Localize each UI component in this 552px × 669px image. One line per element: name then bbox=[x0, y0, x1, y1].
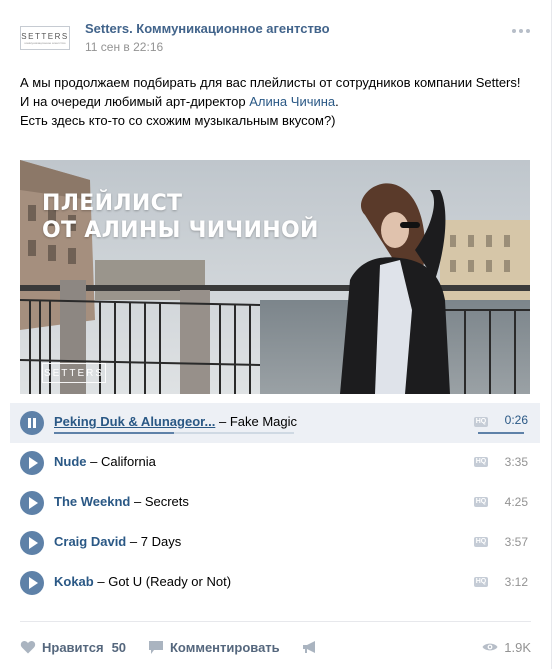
eye-icon bbox=[482, 643, 498, 651]
author-name[interactable]: Setters. Коммуникационное агентство bbox=[85, 21, 330, 36]
play-icon[interactable] bbox=[20, 571, 44, 595]
photo-logo: SETTERS bbox=[42, 363, 106, 383]
track-info: Craig David – 7 Days bbox=[54, 534, 181, 549]
track-progress-fill bbox=[54, 432, 174, 434]
share-button[interactable] bbox=[302, 636, 319, 658]
megaphone-icon bbox=[303, 641, 315, 653]
photo-title-line: ПЛЕЙЛИСТ bbox=[42, 191, 183, 216]
track-artist[interactable]: The Weeknd bbox=[54, 494, 130, 509]
volume-bar[interactable] bbox=[478, 432, 524, 434]
hq-badge: HQ bbox=[474, 457, 488, 467]
track-duration: 3:12 bbox=[504, 575, 528, 589]
mention-link[interactable]: Алина Чичина bbox=[249, 94, 335, 109]
photo-title-line: ОТ АЛИНЫ ЧИЧИНОЙ bbox=[42, 218, 319, 243]
play-icon[interactable] bbox=[20, 451, 44, 475]
play-icon[interactable] bbox=[20, 491, 44, 515]
track-artist[interactable]: Peking Duk & Alunageor... bbox=[54, 414, 215, 429]
play-icon[interactable] bbox=[20, 531, 44, 555]
like-label: Нравится bbox=[42, 639, 104, 655]
like-count: 50 bbox=[111, 639, 127, 655]
post-header: SETTERS коммуникационное агентство Sette… bbox=[20, 18, 531, 58]
track-duration: 0:26 bbox=[504, 413, 528, 427]
track-duration: 3:57 bbox=[504, 535, 528, 549]
track-separator: – bbox=[133, 494, 142, 509]
track-artist[interactable]: Kokab bbox=[54, 574, 94, 589]
track-duration: 4:25 bbox=[504, 495, 528, 509]
wall-post: SETTERS коммуникационное агентство Sette… bbox=[0, 0, 552, 669]
views-counter: 1.9K bbox=[482, 636, 531, 658]
track-artist[interactable]: Nude bbox=[54, 454, 87, 469]
track-info: Kokab – Got U (Ready or Not) bbox=[54, 574, 231, 589]
post-text-line: Есть здесь кто-то со схожим музыкальным … bbox=[20, 113, 336, 128]
track-title: Got U (Ready or Not) bbox=[108, 574, 232, 589]
track-separator: – bbox=[129, 534, 138, 549]
track-info: The Weeknd – Secrets bbox=[54, 494, 189, 509]
track-separator: – bbox=[218, 414, 227, 429]
track-title: 7 Days bbox=[140, 534, 182, 549]
avatar-logo-sub: коммуникационное агентство bbox=[24, 40, 66, 45]
avatar-logo-word: SETTERS bbox=[21, 31, 69, 41]
audio-track-row[interactable]: Craig David – 7 Days HQ 3:57 bbox=[10, 523, 540, 563]
audio-track-row[interactable]: The Weeknd – Secrets HQ 4:25 bbox=[10, 483, 540, 523]
post-text-fragment: . bbox=[335, 94, 339, 109]
like-button[interactable]: Нравится 50 bbox=[20, 636, 126, 658]
track-separator: – bbox=[97, 574, 105, 589]
hq-badge: HQ bbox=[474, 417, 488, 427]
audio-track-row[interactable]: Kokab – Got U (Ready or Not) HQ 3:12 bbox=[10, 563, 540, 603]
track-artist[interactable]: Craig David bbox=[54, 534, 126, 549]
heart-icon bbox=[20, 640, 36, 654]
photo-title: ПЛЕЙЛИСТ ОТ АЛИНЫ ЧИЧИНОЙ bbox=[42, 190, 319, 244]
comment-button[interactable]: Комментировать bbox=[148, 636, 280, 658]
post-text-line: И на очереди любимый арт-директор Алина … bbox=[20, 92, 530, 111]
post-text: А мы продолжаем подбирать для вас плейли… bbox=[20, 73, 530, 130]
views-count: 1.9K bbox=[504, 639, 531, 655]
actions-divider bbox=[20, 621, 531, 622]
post-photo[interactable]: ПЛЕЙЛИСТ ОТ АЛИНЫ ЧИЧИНОЙ SETTERS bbox=[20, 160, 530, 394]
audio-track-row[interactable]: Nude – California HQ 3:35 bbox=[10, 443, 540, 483]
post-date[interactable]: 11 сен в 22:16 bbox=[85, 40, 163, 54]
comment-icon bbox=[149, 640, 163, 654]
hq-badge: HQ bbox=[474, 577, 488, 587]
track-title: Fake Magic bbox=[229, 414, 298, 429]
track-separator: – bbox=[90, 454, 98, 469]
audio-playlist: Peking Duk & Alunageor... – Fake Magic H… bbox=[10, 403, 540, 603]
track-title: Secrets bbox=[144, 494, 189, 509]
track-info: Peking Duk & Alunageor... – Fake Magic bbox=[54, 414, 297, 429]
post-text-fragment: И на очереди любимый арт-директор bbox=[20, 94, 250, 109]
hq-badge: HQ bbox=[474, 497, 488, 507]
more-dots-icon[interactable] bbox=[511, 26, 531, 36]
pause-icon[interactable] bbox=[20, 411, 44, 435]
audio-track-row[interactable]: Peking Duk & Alunageor... – Fake Magic H… bbox=[10, 403, 540, 443]
track-duration: 3:35 bbox=[504, 455, 528, 469]
hq-badge: HQ bbox=[474, 537, 488, 547]
post-text-line: А мы продолжаем подбирать для вас плейли… bbox=[20, 75, 521, 90]
track-info: Nude – California bbox=[54, 454, 156, 469]
author-avatar[interactable]: SETTERS коммуникационное агентство bbox=[20, 26, 70, 50]
track-title: California bbox=[100, 454, 156, 469]
post-actions: Нравится 50 Комментировать 1.9K bbox=[20, 636, 531, 658]
track-progress-bar[interactable] bbox=[54, 432, 294, 434]
comment-label: Комментировать bbox=[170, 639, 280, 655]
